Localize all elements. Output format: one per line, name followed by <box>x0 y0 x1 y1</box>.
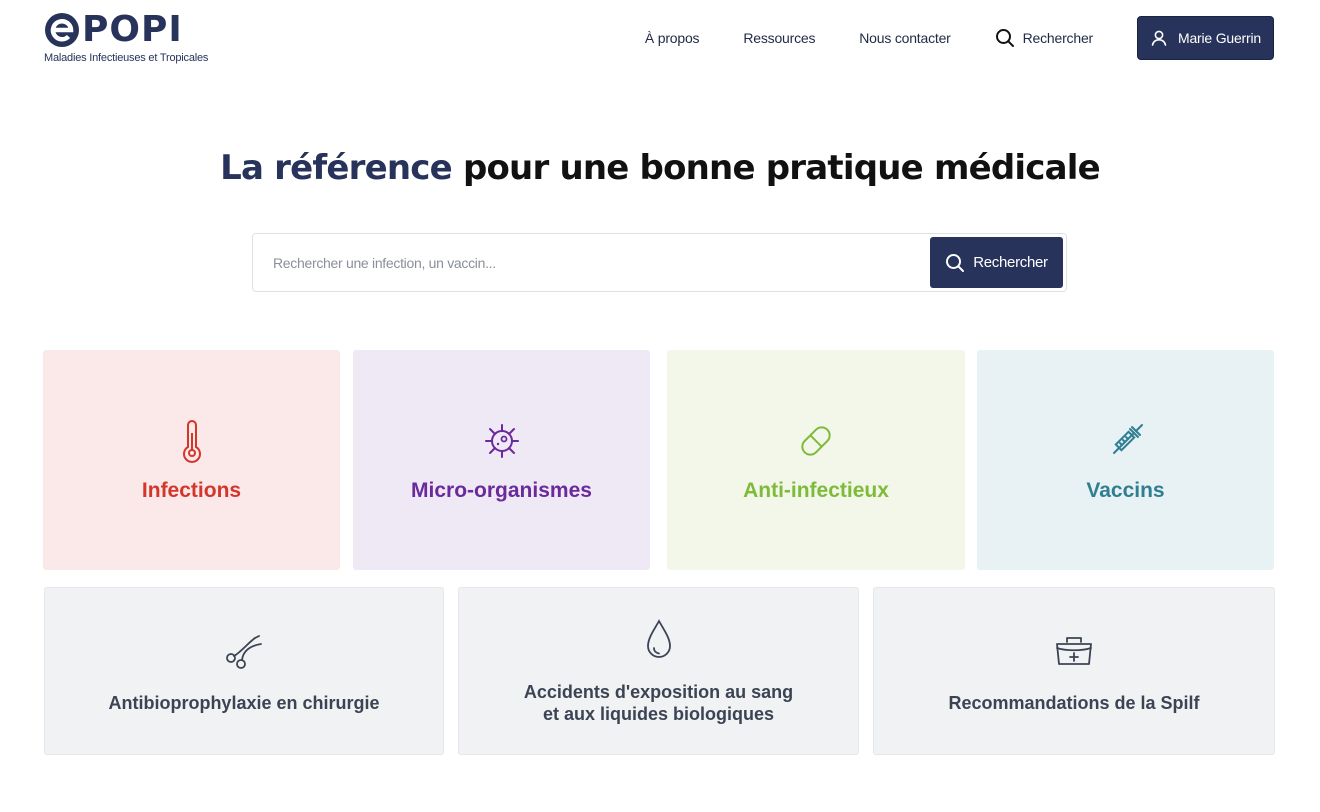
site-header: POPI Maladies Infectieuses et Tropicales… <box>0 0 1320 80</box>
user-account-button[interactable]: Marie Guerrin <box>1137 16 1274 60</box>
blood-drop-icon <box>646 619 671 658</box>
page-title-accent: La référence <box>220 148 453 188</box>
user-icon <box>1151 30 1167 46</box>
search-icon <box>946 253 965 272</box>
category-label: Vaccins <box>1086 479 1165 502</box>
page-title: La référence pour une bonne pratique méd… <box>0 148 1320 188</box>
logo-e-icon <box>45 13 79 47</box>
resource-label: Recommandations de la Spilf <box>948 693 1200 713</box>
user-name: Marie Guerrin <box>1178 30 1261 46</box>
syringe-icon <box>1112 424 1143 454</box>
logo-subtitle: Maladies Infectieuses et Tropicales <box>44 52 209 64</box>
nav-link-a-propos[interactable]: À propos <box>645 30 700 46</box>
search-icon <box>995 29 1014 47</box>
nav-link-ressources[interactable]: Ressources <box>743 30 815 46</box>
resource-label: Accidents d'exposition au sang et aux li… <box>524 681 793 725</box>
main-nav: À propos Ressources Nous contacter Reche… <box>645 16 1274 60</box>
category-card-micro-organismes[interactable]: Micro-organismes <box>353 350 650 570</box>
logo[interactable]: POPI Maladies Infectieuses et Tropicales <box>44 12 214 68</box>
resource-card-recommandations-spilf[interactable]: Recommandations de la Spilf <box>873 587 1275 755</box>
category-label: Anti-infectieux <box>743 479 889 502</box>
logo-text: POPI <box>82 9 183 50</box>
category-card-anti-infectieux[interactable]: Anti-infectieux <box>667 350 965 570</box>
resource-card-antibioprophylaxie[interactable]: Antibioprophylaxie en chirurgie <box>44 587 444 755</box>
search-button[interactable]: Rechercher <box>930 237 1063 288</box>
medical-kit-icon <box>1056 637 1092 665</box>
thermometer-icon <box>182 420 201 463</box>
main-search-bar: Rechercher <box>252 233 1067 292</box>
virus-icon <box>484 424 519 458</box>
search-input[interactable] <box>273 234 913 291</box>
page-title-rest: pour une bonne pratique médicale <box>451 148 1101 188</box>
resource-label-line-2: et aux liquides biologiques <box>542 704 775 724</box>
surgical-scissors-icon <box>226 635 262 669</box>
pill-icon <box>801 426 831 456</box>
category-label: Infections <box>141 479 242 502</box>
resource-label: Antibioprophylaxie en chirurgie <box>108 693 380 713</box>
nav-link-nous-contacter[interactable]: Nous contacter <box>859 30 951 46</box>
logo-mark: POPI <box>44 12 183 48</box>
category-label: Micro-organismes <box>411 479 592 502</box>
category-card-vaccins[interactable]: Vaccins <box>977 350 1274 570</box>
search-button-label: Rechercher <box>973 254 1048 271</box>
category-card-infections[interactable]: Infections <box>43 350 340 570</box>
resource-label-line-1: Accidents d'exposition au sang <box>523 682 794 702</box>
nav-search-link[interactable]: Rechercher <box>995 28 1093 48</box>
nav-search-label: Rechercher <box>1022 30 1094 46</box>
resource-card-accidents-exposition[interactable]: Accidents d'exposition au sang et aux li… <box>458 587 859 755</box>
